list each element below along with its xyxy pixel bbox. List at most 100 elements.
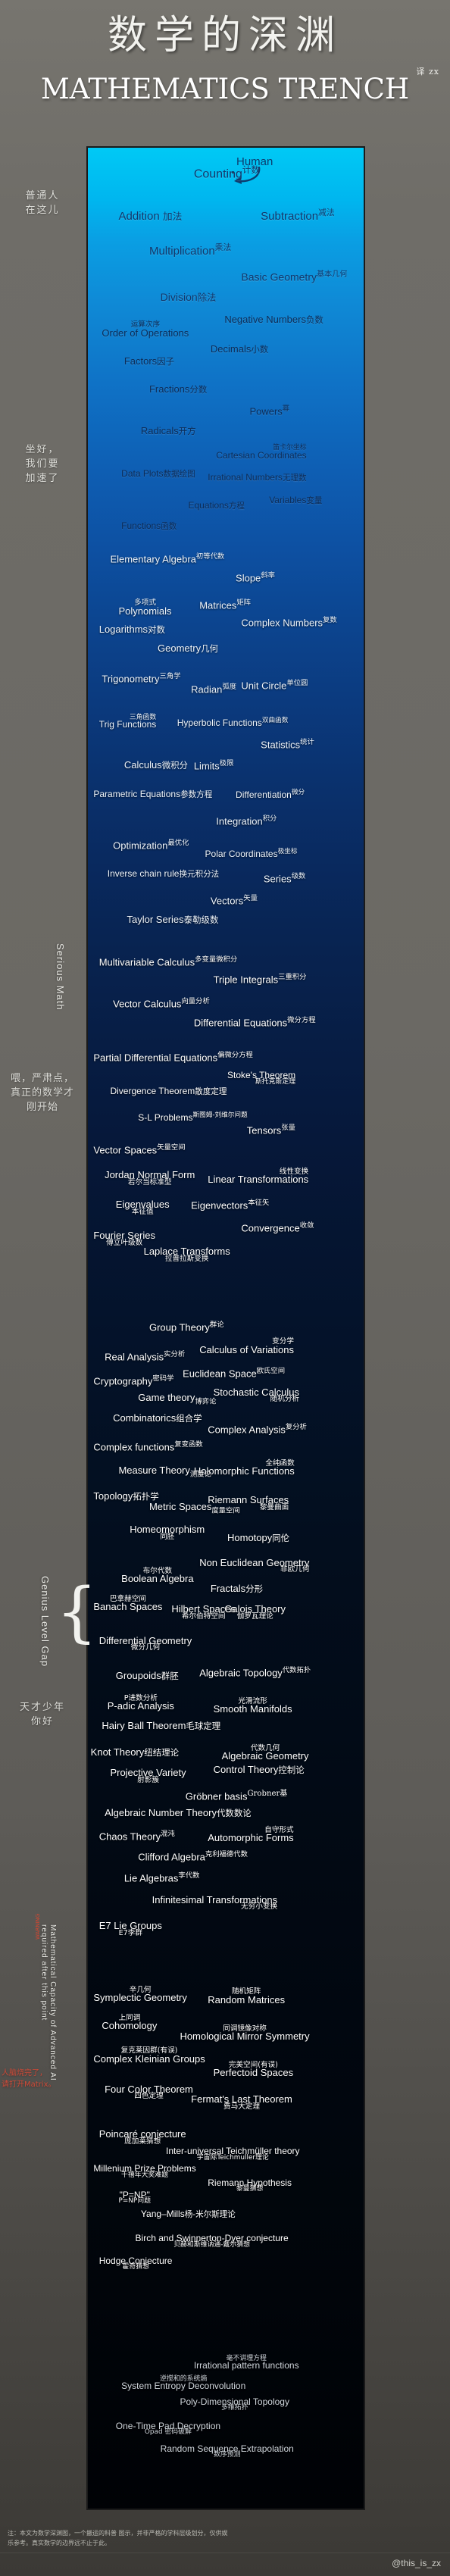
trench-term-en: Group Theory	[148, 1321, 210, 1333]
trench-term: Negative Numbers负数	[224, 314, 323, 325]
trench-term: Complex functions复变函数	[93, 1440, 202, 1452]
trench-term-en: Inverse chain rule	[107, 868, 180, 880]
trench-term-en: Divergence Theorem	[110, 1085, 195, 1096]
trench-term-cn: 除法	[197, 292, 217, 304]
trench-term: Cryptography密码学	[93, 1374, 173, 1386]
trench-term: Chaos Theory混沌	[99, 1830, 175, 1842]
trench-term-cn: 基本几何	[316, 270, 348, 279]
trench-term-en: Algebraic Geometry	[221, 1750, 309, 1762]
trench-term: Powers幂	[249, 405, 289, 417]
trench-term-en: Subtraction	[261, 210, 319, 224]
trench-term-cn: 毛球定理	[186, 1721, 221, 1732]
trench-term-en: Multivariable Calculus	[98, 956, 195, 968]
trench-term-en: Cartesian Coordinates	[216, 449, 307, 461]
trench-term-cn: 混沌	[161, 1829, 175, 1838]
trench-term-en: Hyperbolic Functions	[177, 717, 262, 729]
trench-term-en: Logarithms	[98, 623, 148, 635]
trench-term-cn: 因子	[157, 356, 175, 367]
trench-term-en: Fractions	[148, 383, 190, 395]
trench-term-en: Optimization	[113, 839, 168, 852]
trench-term-en: Elementary Algebra	[110, 552, 196, 564]
genius-gap-brace: {	[56, 1574, 98, 1650]
trench-term-en: Boolean Algebra	[121, 1573, 194, 1585]
trench-term-en: Algebraic Topology	[199, 1667, 283, 1679]
trench-term-en: Basic Geometry	[241, 270, 317, 283]
trench-term: Differentiation微分	[236, 789, 305, 800]
header: 数学的深渊 译 zx MATHEMATICS TRENCH	[0, 0, 450, 106]
trench-term-cn: 复分析	[285, 1422, 307, 1431]
trench-term: Polar Coordinates极坐标	[205, 848, 298, 859]
trench-term: "P=NP" P=NP问题	[118, 2190, 151, 2206]
trench-term: Convergence收敛	[241, 1221, 314, 1234]
side-label-serious-math: Serious Math	[55, 943, 66, 1011]
trench-term-cn: 微分	[291, 788, 305, 796]
trench-term-en: Perfectoid Spaces	[213, 2066, 294, 2078]
trench-term-en: Convergence	[241, 1222, 300, 1234]
trench-term-cn: 欧氏空间	[256, 1367, 286, 1376]
trench-term: 上同调 Cohomology	[102, 2014, 157, 2031]
trench-term: Euclidean Space欧氏空间	[183, 1368, 285, 1379]
trench-term-en: Parametric Equations	[93, 788, 181, 799]
trench-term: Optimization最优化	[113, 839, 189, 851]
trench-term-cn: 统计	[300, 738, 314, 746]
trench-term-cn: 克利福德代数	[205, 1850, 248, 1859]
trench-term-cn: 李代数	[178, 1871, 200, 1880]
trench-term-cn: 方程	[228, 501, 245, 511]
trench-term-cn: 对数	[148, 624, 165, 635]
trench-term-en: Variables	[269, 494, 307, 505]
trench-term-en: Cryptography	[93, 1374, 153, 1386]
trench-term: 毫不讲理方程 Irrational pattern functions	[194, 2355, 299, 2371]
trench-term: Algebraic Topology代数拓扑	[199, 1667, 311, 1678]
trench-term: Differential Geometry 微分几何	[99, 1635, 192, 1652]
trench-term-en: Division	[160, 291, 198, 304]
trench-term: Data Plots数据绘图	[121, 469, 195, 479]
trench-term-cn: 加法	[162, 211, 183, 223]
trench-term: 自守形式 Automorphic Forms	[208, 1827, 293, 1843]
trench-term: 逆搅和的系统熵 System Entropy Deconvolution	[121, 2375, 245, 2391]
trench-term-cn: 单位圆	[286, 679, 308, 687]
trench-term: Riemann Surfaces 黎曼曲面	[208, 1495, 289, 1512]
trench-term-cn: 斜率	[261, 571, 275, 580]
trench-term: Addition 加法	[118, 210, 183, 223]
trench-term-en: Homotopy	[227, 1532, 273, 1544]
trench-term-en: Polar Coordinates	[205, 848, 278, 859]
trench-term: Multiplication乘法	[149, 243, 231, 258]
trench-term-en: Symplectic Geometry	[93, 1992, 187, 2004]
trench-term: Clifford Algebra克利福德代数	[138, 1851, 248, 1862]
trench-term: Birch and Swinnerton-Dyer conjecture 贝赫和斯…	[136, 2234, 289, 2249]
trench-term-cn: 测度论	[189, 1470, 211, 1479]
trench-term-cn: 乘法	[214, 242, 232, 253]
trench-term-cn: 无理数	[282, 474, 307, 483]
trench-term-en: Limits	[193, 759, 220, 771]
trench-term: Gröbner basisGrobner基	[186, 1790, 288, 1802]
trench-term: Calculus微积分	[124, 759, 188, 771]
trench-term: Parametric Equations参数方程	[93, 789, 212, 799]
trench-term-cn: 斯图姆-刘维尔问题	[192, 1111, 248, 1120]
trench-term: Trigonometry三角学	[102, 671, 181, 684]
trench-term-cn: 三角学	[159, 671, 181, 680]
trench-term-en: Euclidean Space	[183, 1368, 257, 1380]
trench-term-cn: 微分方程	[287, 1016, 316, 1025]
trench-term-cn: 散度定理	[195, 1086, 227, 1096]
trench-term-cn: 开方	[178, 426, 196, 437]
trench-term-en: Calculus of Variations	[199, 1343, 294, 1355]
trench-term: 完美空间(有误) Perfectoid Spaces	[213, 2061, 294, 2078]
side-note-serious-math-cn: 喂，严肃点， 真正的数学才 刚开始	[10, 1073, 74, 1113]
trench-term-en: Geometry	[158, 642, 202, 654]
trench-term: Measure Theory测度论	[118, 1465, 211, 1478]
trench-term-en: Triple Integrals	[213, 974, 279, 986]
trench-term-en: Multiplication	[148, 245, 215, 258]
trench-term: Lie Algebras李代数	[124, 1871, 200, 1884]
trench-term: Game theory博弈论	[138, 1392, 216, 1405]
trench-term-cn: 级数	[291, 871, 306, 880]
trench-term-en: Automorphic Forms	[208, 1832, 294, 1844]
trench-term: Laplace Transforms 拉普拉斯变换	[144, 1246, 230, 1263]
trench-term-cn: 积分	[262, 814, 277, 823]
trench-term: Multivariable Calculus多变量微积分	[98, 955, 238, 968]
page-title-cn: 数学的深渊	[107, 13, 342, 58]
trench-term-en: Counting	[193, 167, 242, 181]
trench-term-en: Matrices	[199, 599, 237, 611]
trench-term: 三角函数 Trig Functions	[99, 714, 157, 730]
trench-term-cn: 弧度	[222, 682, 237, 691]
trench-term: 同调镜像对称 Homological Mirror Symmetry	[180, 2024, 309, 2042]
